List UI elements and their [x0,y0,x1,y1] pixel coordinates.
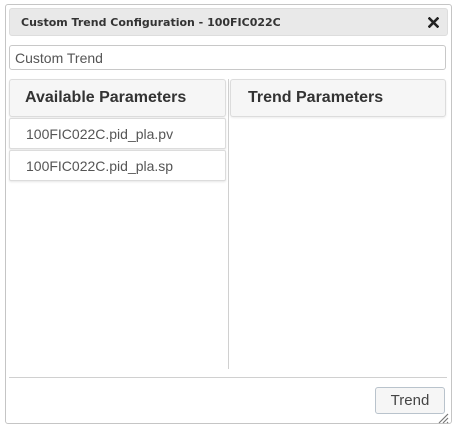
available-parameters-panel: Available Parameters 100FIC022C.pid_pla.… [9,79,226,369]
trend-parameters-header: Trend Parameters [230,79,446,117]
resize-grip-icon[interactable] [437,409,449,424]
close-icon[interactable] [425,14,441,30]
panel-divider [228,79,229,369]
available-parameters-header: Available Parameters [9,79,226,117]
footer-divider [9,377,447,378]
list-item[interactable]: 100FIC022C.pid_pla.sp [9,150,226,181]
custom-trend-dialog: Custom Trend Configuration - 100FIC022C … [5,4,452,424]
list-item[interactable]: 100FIC022C.pid_pla.pv [9,118,226,149]
trend-button[interactable]: Trend [375,387,445,414]
trend-parameters-panel: Trend Parameters [230,79,446,369]
available-parameters-list[interactable]: 100FIC022C.pid_pla.pv 100FIC022C.pid_pla… [9,118,226,181]
dialog-title: Custom Trend Configuration - 100FIC022C [21,16,281,29]
trend-name-input[interactable] [9,45,446,70]
dialog-titlebar[interactable]: Custom Trend Configuration - 100FIC022C [9,8,448,36]
